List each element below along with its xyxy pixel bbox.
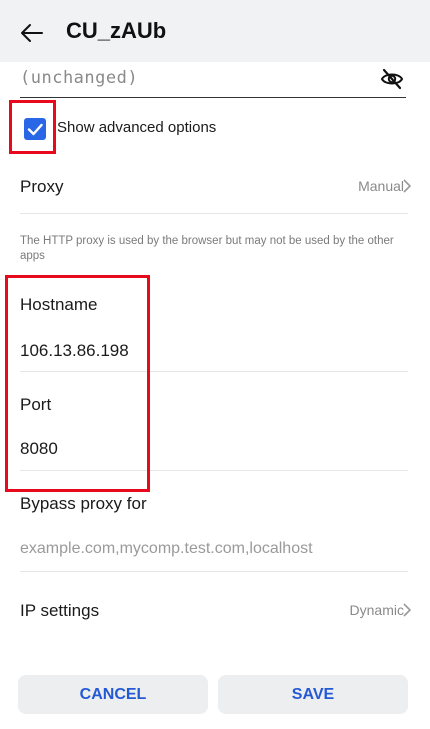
ip-settings-label: IP settings [20,601,100,620]
proxy-value: Manual [358,178,404,194]
divider [20,571,408,572]
bypass-label: Bypass proxy for [20,494,147,513]
save-button[interactable]: SAVE [218,675,408,714]
ip-settings-value: Dynamic [349,602,404,618]
cancel-button[interactable]: CANCEL [18,675,208,714]
top-app-bar: CU_zAUb [0,0,430,62]
arrow-left-icon [21,24,43,42]
ip-settings-row[interactable]: IP settings Dynamic [0,585,430,635]
chevron-right-icon [403,179,412,193]
eye-off-icon[interactable] [380,68,404,90]
proxy-label: Proxy [20,177,64,196]
highlight-box-proxy-fields [5,275,150,492]
password-field[interactable]: (unchanged) [20,60,406,98]
proxy-note: The HTTP proxy is used by the browser bu… [20,235,394,262]
advanced-options-label: Show advanced options [57,119,217,136]
page-title: CU_zAUb [66,18,167,43]
bypass-input[interactable]: example.com,mycomp.test.com,localhost [20,540,313,558]
highlight-box-checkbox [9,100,56,154]
back-button[interactable] [18,19,46,47]
password-value: (unchanged) [20,68,139,88]
divider [20,213,408,214]
proxy-row[interactable]: Proxy Manual [0,160,430,212]
chevron-right-icon [403,603,412,617]
advanced-options-row[interactable]: Show advanced options [20,113,400,145]
